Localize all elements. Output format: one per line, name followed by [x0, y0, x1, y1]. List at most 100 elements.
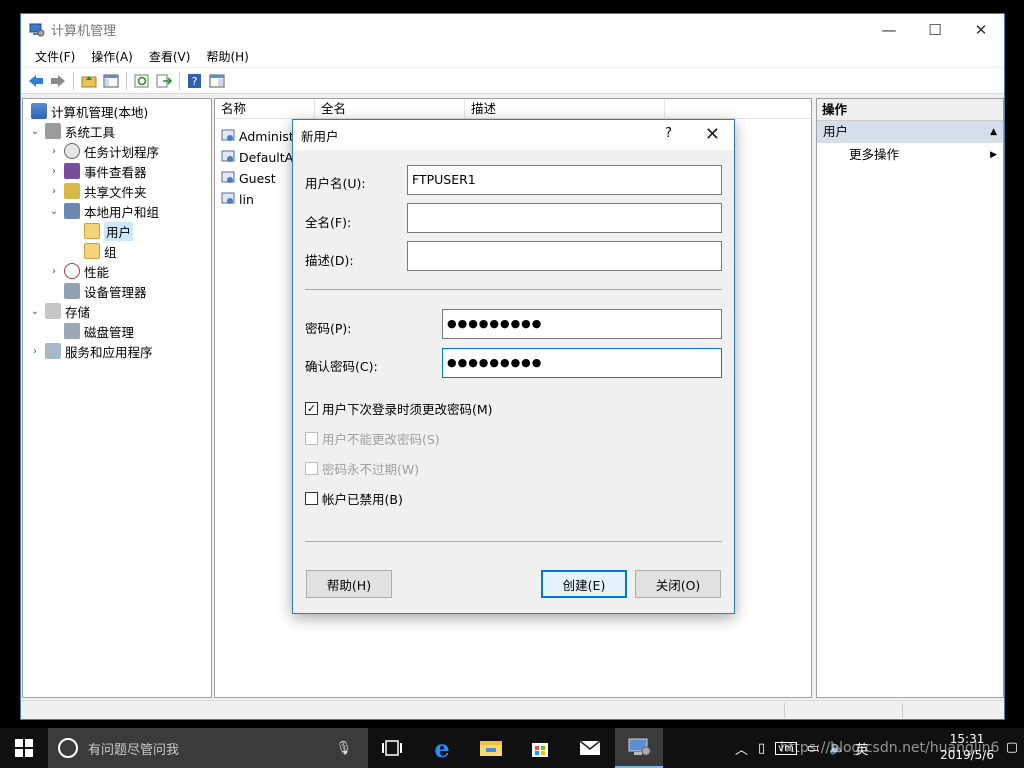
cannot-change-password-checkbox[interactable]: 用户不能更改密码(S): [305, 429, 440, 448]
must-change-password-checkbox[interactable]: ✓ 用户下次登录时须更改密码(M): [305, 399, 493, 418]
actions-header: 操作: [817, 99, 1003, 121]
performance-icon: [64, 263, 80, 279]
taskbar-search[interactable]: 有问题尽管问我 🎙: [48, 728, 368, 768]
menu-view[interactable]: 查看(V): [141, 48, 199, 65]
local-users-groups-icon: [64, 203, 80, 219]
description-field[interactable]: [407, 241, 722, 271]
forward-icon[interactable]: [48, 71, 68, 91]
help-icon[interactable]: ?: [665, 126, 672, 141]
column-description[interactable]: 描述: [465, 99, 665, 119]
toolbar: ?: [21, 68, 1004, 94]
show-hide-tree-icon[interactable]: [101, 71, 121, 91]
tree-item-storage[interactable]: ⌄ 存储: [29, 301, 90, 321]
notification-icon[interactable]: ▢: [1006, 740, 1018, 755]
list-item[interactable]: Guest: [221, 168, 276, 188]
windows-logo-icon: [15, 739, 33, 757]
mail-icon[interactable]: [566, 728, 614, 768]
password-never-expires-checkbox[interactable]: 密码永不过期(W): [305, 459, 419, 478]
chevron-right-icon[interactable]: ›: [48, 146, 60, 157]
checkmark-icon[interactable]: ✓: [305, 402, 318, 415]
maximize-button[interactable]: ☐: [912, 14, 958, 45]
status-divider: [784, 703, 785, 718]
computer-management-taskbar-icon[interactable]: [615, 728, 663, 768]
close-button[interactable]: ✕: [958, 14, 1004, 45]
export-list-icon[interactable]: [154, 71, 174, 91]
tree-item-task-scheduler[interactable]: › 任务计划程序: [48, 141, 159, 161]
task-scheduler-icon: [64, 143, 80, 159]
file-explorer-icon[interactable]: [467, 728, 515, 768]
shared-folders-icon: [64, 183, 80, 199]
user-icon: [221, 191, 237, 207]
chevron-down-icon[interactable]: ⌄: [29, 306, 41, 317]
folder-icon: [84, 223, 100, 239]
window-titlebar[interactable]: 计算机管理 — ☐ ✕: [21, 14, 1004, 45]
refresh-icon[interactable]: [132, 71, 152, 91]
back-icon[interactable]: [26, 71, 46, 91]
close-icon[interactable]: ✕: [705, 124, 720, 145]
tree-item-groups[interactable]: 组: [80, 241, 117, 261]
chevron-down-icon[interactable]: ⌄: [29, 126, 41, 137]
actions-pane: 操作 用户 ▲ 更多操作 ▶: [816, 98, 1004, 698]
tree-item-event-viewer[interactable]: › 事件查看器: [48, 161, 147, 181]
list-item[interactable]: Administr: [221, 126, 299, 146]
tree-item-device-manager[interactable]: 设备管理器: [60, 281, 147, 301]
console-tree: 计算机管理(本地) ⌄ 系统工具 › 任务计划程序 › 事件查看器 › 共享文件…: [22, 98, 212, 698]
fullname-field[interactable]: [407, 203, 722, 233]
chevron-right-icon[interactable]: ›: [29, 346, 41, 357]
tree-item-shared-folders[interactable]: › 共享文件夹: [48, 181, 147, 201]
list-item[interactable]: lin: [221, 189, 254, 209]
fullname-label: 全名(F):: [305, 215, 352, 230]
tree-item-services-apps[interactable]: › 服务和应用程序: [29, 341, 153, 361]
tree-item-disk-management[interactable]: 磁盘管理: [60, 321, 134, 341]
menu-help[interactable]: 帮助(H): [198, 48, 256, 65]
account-disabled-checkbox[interactable]: 帐户已禁用(B): [305, 489, 403, 508]
description-label: 描述(D):: [305, 253, 354, 268]
create-button[interactable]: 创建(E): [541, 570, 627, 598]
edge-browser-icon[interactable]: e: [418, 728, 466, 768]
help-icon[interactable]: ?: [185, 71, 205, 91]
new-user-dialog: 新用户 ? ✕ 用户名(U): FTPUSER1 全名(F): 描述(D): 密…: [292, 119, 735, 614]
section-divider: [305, 541, 722, 542]
help-button[interactable]: 帮助(H): [306, 570, 392, 598]
menu-bar: 文件(F) 操作(A) 查看(V) 帮助(H): [21, 45, 1004, 67]
menu-action[interactable]: 操作(A): [83, 48, 141, 65]
computer-management-icon: [31, 103, 47, 119]
collapse-triangle-icon[interactable]: ▲: [990, 121, 997, 143]
properties-pane-icon[interactable]: [207, 71, 227, 91]
search-placeholder: 有问题尽管问我: [88, 742, 180, 758]
chevron-right-icon[interactable]: ›: [48, 166, 60, 177]
store-icon[interactable]: [516, 728, 564, 768]
toolbar-divider: [73, 71, 74, 90]
chevron-down-icon[interactable]: ⌄: [48, 206, 60, 217]
up-folder-icon[interactable]: [79, 71, 99, 91]
minimize-button[interactable]: —: [866, 14, 912, 45]
device-icon[interactable]: ▯: [758, 741, 765, 756]
list-header: 名称 全名 描述: [215, 99, 811, 119]
more-actions-item[interactable]: 更多操作 ▶: [817, 143, 1003, 167]
dialog-titlebar[interactable]: 新用户 ? ✕: [293, 120, 734, 150]
username-label: 用户名(U):: [305, 176, 366, 191]
chevron-up-icon[interactable]: ︿: [735, 739, 748, 758]
chevron-right-icon[interactable]: ›: [48, 186, 60, 197]
tree-item-local-users-groups[interactable]: ⌄ 本地用户和组: [48, 201, 159, 221]
tree-item-users[interactable]: 用户: [80, 221, 134, 241]
status-divider: [902, 703, 903, 718]
microphone-icon[interactable]: 🎙: [335, 741, 352, 756]
password-field[interactable]: ●●●●●●●●●: [442, 309, 722, 339]
tree-item-computer-management[interactable]: 计算机管理(本地): [27, 101, 148, 121]
actions-section-users[interactable]: 用户 ▲: [817, 121, 1003, 143]
column-fullname[interactable]: 全名: [315, 99, 465, 119]
list-item[interactable]: DefaultAc: [221, 147, 300, 167]
tree-item-system-tools[interactable]: ⌄ 系统工具: [29, 121, 115, 141]
username-field[interactable]: FTPUSER1: [407, 165, 722, 195]
start-button[interactable]: [0, 728, 48, 768]
confirm-password-label: 确认密码(C):: [305, 359, 378, 374]
task-view-icon[interactable]: [368, 728, 416, 768]
close-dialog-button[interactable]: 关闭(O): [635, 570, 721, 598]
column-name[interactable]: 名称: [215, 99, 315, 119]
tree-item-performance[interactable]: › 性能: [48, 261, 109, 281]
menu-file[interactable]: 文件(F): [27, 48, 83, 65]
chevron-right-icon[interactable]: ›: [48, 266, 60, 277]
confirm-password-field[interactable]: ●●●●●●●●●: [442, 348, 722, 378]
window-title: 计算机管理: [51, 24, 117, 39]
